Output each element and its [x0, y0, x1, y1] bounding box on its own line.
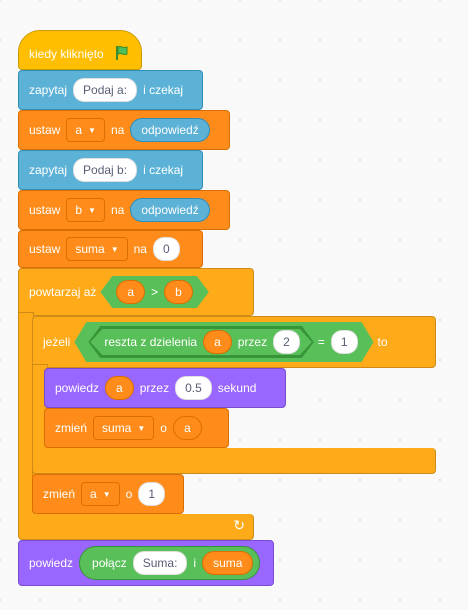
- if-label: jeżeli: [43, 335, 71, 349]
- say-label: powiedz: [29, 556, 74, 570]
- set-variable-block[interactable]: ustaw a ▼ na odpowiedź: [18, 110, 230, 150]
- repeat-until-label: powtarzaj aż: [29, 285, 97, 299]
- change-variable-block[interactable]: zmień suma ▼ o a: [44, 408, 229, 448]
- set-variable-block[interactable]: ustaw suma ▼ na 0: [18, 230, 203, 268]
- green-flag-icon: [114, 44, 132, 65]
- set-label: ustaw: [29, 203, 61, 217]
- if-footer: [32, 448, 436, 474]
- to-label: na: [110, 123, 125, 137]
- variable-dropdown[interactable]: a ▼: [81, 482, 120, 506]
- answer-reporter[interactable]: odpowiedź: [130, 198, 210, 222]
- answer-reporter[interactable]: odpowiedź: [130, 118, 210, 142]
- to-label: na: [110, 203, 125, 217]
- and-label: i: [193, 556, 197, 570]
- value-input[interactable]: 0: [152, 237, 180, 261]
- set-label: ustaw: [29, 242, 61, 256]
- hat-label: kiedy kliknięto: [29, 47, 104, 61]
- repeat-footer: ↻: [18, 514, 254, 540]
- to-label: na: [133, 242, 147, 256]
- greater-than-operator[interactable]: a > b: [100, 276, 208, 308]
- variable-dropdown[interactable]: b ▼: [66, 198, 105, 222]
- wait-label: i czekaj: [143, 83, 184, 97]
- change-label: zmień: [55, 421, 88, 435]
- ask-and-wait-block[interactable]: zapytaj Podaj b: i czekaj: [18, 150, 203, 190]
- join-operator[interactable]: połącz Suma: i suma: [79, 546, 261, 580]
- increment-input[interactable]: 1: [138, 482, 165, 506]
- change-variable-block[interactable]: zmień a ▼ o 1: [32, 474, 184, 514]
- for-label: przez: [139, 381, 170, 395]
- ask-label: zapytaj: [29, 83, 68, 97]
- ask-and-wait-block[interactable]: zapytaj Podaj a: i czekaj: [18, 70, 203, 110]
- set-variable-block[interactable]: ustaw b ▼ na odpowiedź: [18, 190, 230, 230]
- set-label: ustaw: [29, 123, 61, 137]
- variable-a-reporter[interactable]: a: [105, 376, 134, 400]
- variable-dropdown[interactable]: a ▼: [66, 118, 105, 142]
- by-label: o: [125, 487, 133, 501]
- equals-operator[interactable]: reszta z dzielenia a przez 2 = 1: [74, 322, 373, 362]
- ask-label: zapytaj: [29, 163, 68, 177]
- dropdown-caret-icon: ▼: [88, 125, 96, 135]
- mod-label: reszta z dzielenia: [104, 335, 198, 349]
- loop-arrow-icon: ↻: [233, 517, 245, 533]
- variable-dropdown[interactable]: suma ▼: [93, 416, 155, 440]
- then-label: to: [377, 335, 388, 349]
- remainder-input[interactable]: 1: [331, 330, 358, 354]
- question-input[interactable]: Podaj a:: [73, 78, 138, 102]
- variable-suma-reporter[interactable]: suma: [202, 551, 254, 575]
- repeat-until-block[interactable]: powtarzaj aż a > b: [18, 268, 254, 316]
- dropdown-caret-icon: ▼: [110, 244, 119, 254]
- change-label: zmień: [43, 487, 76, 501]
- variable-b-reporter[interactable]: b: [164, 280, 193, 304]
- if-block[interactable]: jeżeli reszta z dzielenia a przez 2 = 1 …: [32, 316, 436, 368]
- when-flag-clicked-block[interactable]: kiedy kliknięto: [18, 30, 142, 70]
- by-label: o: [160, 421, 167, 435]
- say-block[interactable]: powiedz połącz Suma: i suma: [18, 540, 274, 586]
- dropdown-caret-icon: ▼: [102, 489, 111, 499]
- equals-sign: =: [317, 335, 325, 349]
- question-input[interactable]: Podaj b:: [73, 158, 138, 182]
- wait-label: i czekaj: [143, 163, 184, 177]
- variable-dropdown[interactable]: suma ▼: [66, 237, 128, 261]
- variable-a-reporter[interactable]: a: [203, 330, 232, 354]
- greater-than-sign: >: [151, 285, 159, 299]
- by-label: przez: [237, 335, 268, 349]
- variable-a-reporter[interactable]: a: [116, 280, 145, 304]
- text-input[interactable]: Suma:: [132, 551, 188, 575]
- join-label: połącz: [92, 556, 127, 570]
- say-for-secs-block[interactable]: powiedz a przez 0.5 sekund: [44, 368, 286, 408]
- dropdown-caret-icon: ▼: [137, 423, 146, 433]
- variable-a-reporter[interactable]: a: [172, 416, 202, 440]
- seconds-input[interactable]: 0.5: [175, 376, 212, 400]
- seconds-label: sekund: [217, 381, 257, 395]
- mod-operator[interactable]: reszta z dzielenia a przez 2: [88, 326, 313, 358]
- say-label: powiedz: [55, 381, 100, 395]
- dropdown-caret-icon: ▼: [88, 205, 96, 215]
- divisor-input[interactable]: 2: [273, 330, 300, 354]
